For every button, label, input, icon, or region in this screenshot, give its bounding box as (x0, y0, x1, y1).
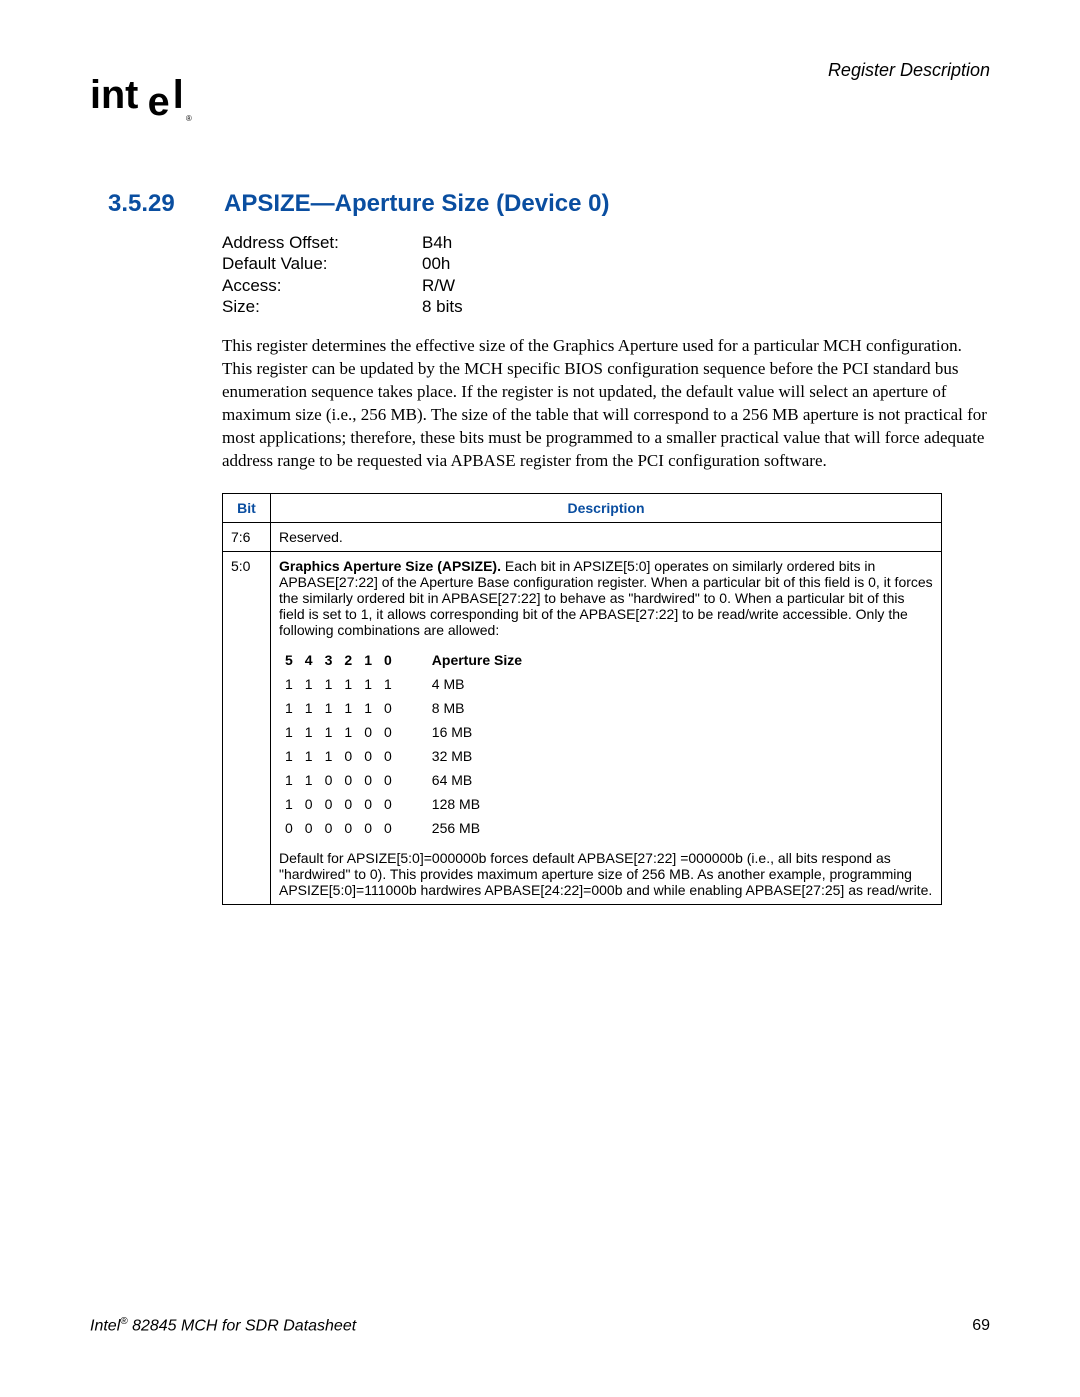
bit-val: 1 (279, 744, 299, 768)
bit-val: 1 (319, 744, 339, 768)
bit-val: 1 (319, 720, 339, 744)
bit-val: 1 (299, 744, 319, 768)
bit-val: 0 (279, 816, 299, 840)
svg-text:®: ® (186, 114, 192, 123)
register-table: Bit Description 7:6 Reserved. 5:0 Graphi… (222, 493, 942, 905)
aperture-col-header: Aperture Size (398, 648, 528, 672)
aperture-size: 64 MB (398, 768, 528, 792)
bit-description: Graphics Aperture Size (APSIZE). Each bi… (271, 551, 942, 904)
bit-val: 0 (299, 792, 319, 816)
bit-val: 1 (299, 696, 319, 720)
bit-val: 0 (358, 792, 378, 816)
bit-val: 1 (338, 696, 358, 720)
bit-col-header: 4 (299, 648, 319, 672)
bit-val: 0 (358, 720, 378, 744)
bit-val: 0 (338, 768, 358, 792)
bit-val: 0 (338, 792, 358, 816)
bit-val: 0 (378, 768, 398, 792)
bit-col-header: 3 (319, 648, 339, 672)
bit-val: 1 (279, 696, 299, 720)
aperture-size: 32 MB (398, 744, 528, 768)
bit-val: 1 (338, 672, 358, 696)
aperture-size: 16 MB (398, 720, 528, 744)
bit-val: 1 (338, 720, 358, 744)
footer-suffix: 82845 MCH for SDR Datasheet (128, 1317, 357, 1334)
svg-text:int: int (90, 73, 138, 117)
aperture-size: 128 MB (398, 792, 528, 816)
bit-val: 1 (279, 672, 299, 696)
meta-label-offset: Address Offset: (222, 232, 422, 253)
bit-description: Reserved. (271, 522, 942, 551)
bit-val: 1 (358, 672, 378, 696)
bit-col-header: 1 (358, 648, 378, 672)
bit-range: 5:0 (223, 551, 271, 904)
bit-col-header: 2 (338, 648, 358, 672)
register-meta: Address Offset: B4h Default Value: 00h A… (222, 232, 990, 317)
section-title: APSIZE—Aperture Size (Device 0) (224, 190, 609, 218)
bit-val: 1 (279, 768, 299, 792)
meta-label-default: Default Value: (222, 253, 422, 274)
bit-val: 0 (378, 720, 398, 744)
aperture-size: 256 MB (398, 816, 528, 840)
bit-val: 1 (319, 672, 339, 696)
bit-val: 1 (299, 768, 319, 792)
meta-label-access: Access: (222, 275, 422, 296)
bit-val: 0 (378, 792, 398, 816)
aperture-size: 4 MB (398, 672, 528, 696)
bit-val: 1 (279, 720, 299, 744)
meta-value-size: 8 bits (422, 296, 463, 317)
bit-val: 1 (358, 696, 378, 720)
bit-val: 0 (319, 792, 339, 816)
meta-value-access: R/W (422, 275, 455, 296)
bit-val: 0 (378, 696, 398, 720)
bit-val: 0 (358, 768, 378, 792)
bit-val: 0 (358, 816, 378, 840)
bit-val: 0 (358, 744, 378, 768)
bit-range: 7:6 (223, 522, 271, 551)
bit-val: 0 (378, 744, 398, 768)
bit-col-header: 5 (279, 648, 299, 672)
bit-val: 1 (378, 672, 398, 696)
svg-text:e: e (148, 80, 170, 124)
bit-val: 1 (319, 696, 339, 720)
bit-val: 0 (319, 816, 339, 840)
header-label: Register Description (828, 60, 990, 81)
meta-value-offset: B4h (422, 232, 452, 253)
bit-val: 1 (299, 720, 319, 744)
table-row: 5:0 Graphics Aperture Size (APSIZE). Eac… (223, 551, 942, 904)
footer-prefix: Intel (90, 1317, 120, 1334)
bit-val: 0 (319, 768, 339, 792)
bit-val: 0 (378, 816, 398, 840)
bit-val: 0 (299, 816, 319, 840)
meta-label-size: Size: (222, 296, 422, 317)
svg-text:l: l (173, 73, 184, 117)
table-row: 7:6 Reserved. (223, 522, 942, 551)
desc-footnote: Default for APSIZE[5:0]=000000b forces d… (279, 850, 933, 898)
body-paragraph: This register determines the effective s… (222, 335, 992, 473)
aperture-size-grid: 5 4 3 2 1 0 Aperture Size 1111114 MB 111… (279, 648, 528, 840)
aperture-size: 8 MB (398, 696, 528, 720)
bit-col-header: 0 (378, 648, 398, 672)
meta-value-default: 00h (422, 253, 450, 274)
footer-title: Intel® 82845 MCH for SDR Datasheet (90, 1316, 356, 1335)
bit-val: 1 (299, 672, 319, 696)
registered-mark: ® (120, 1316, 127, 1327)
bit-val: 0 (338, 816, 358, 840)
page-number: 69 (972, 1317, 990, 1335)
desc-bold: Graphics Aperture Size (APSIZE). (279, 558, 505, 574)
bit-val: 0 (338, 744, 358, 768)
col-header-description: Description (271, 493, 942, 522)
bit-val: 1 (279, 792, 299, 816)
section-number: 3.5.29 (108, 190, 188, 218)
intel-logo: int e l ® (90, 72, 210, 127)
col-header-bit: Bit (223, 493, 271, 522)
